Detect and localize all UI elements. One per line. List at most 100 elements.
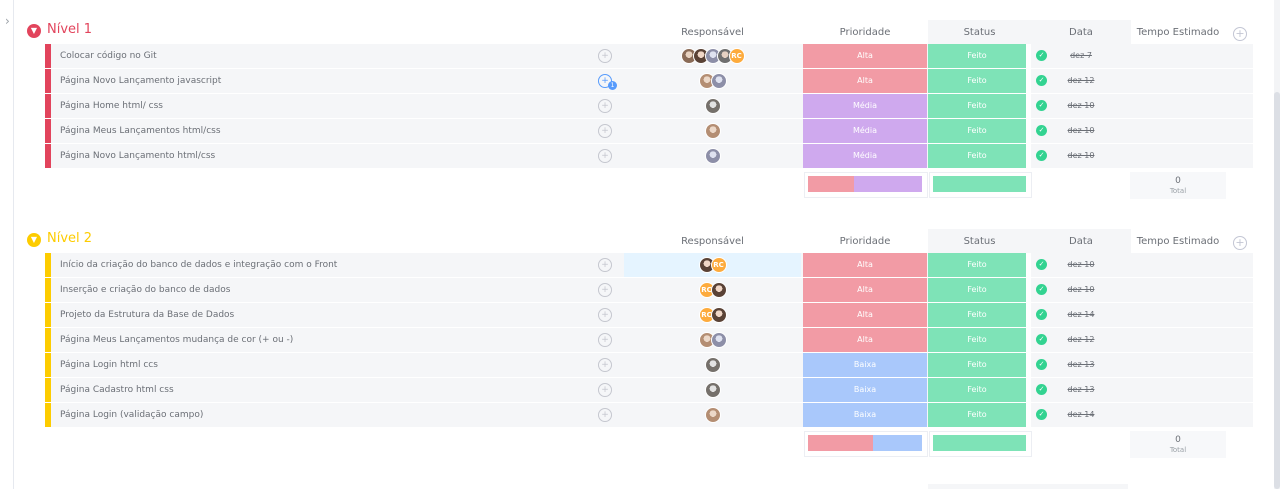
person-cell[interactable] [624,94,801,118]
due-date[interactable]: dez 10 [1059,253,1103,277]
status-label[interactable]: Feito [928,44,1026,68]
status-label[interactable]: Feito [928,328,1026,352]
person-cell[interactable]: RC [624,44,801,68]
due-date[interactable]: dez 13 [1059,353,1103,377]
expand-panel-chevron-icon[interactable]: › [5,14,17,28]
estimated-time-cell[interactable] [1130,303,1253,327]
avatar[interactable] [704,382,721,398]
table-row[interactable]: Página Meus Lançamentos html/css + Média Fe… [45,119,1253,143]
add-update-chat-icon[interactable]: + [598,283,612,297]
column-header-tempo-estimado[interactable]: Tempo Estimado [1130,229,1226,255]
person-cell[interactable]: RC [624,278,801,302]
estimated-time-cell[interactable] [1130,144,1253,168]
avatar-initials[interactable]: RC [728,48,745,64]
estimated-time-cell[interactable] [1130,403,1253,427]
due-date[interactable]: dez 12 [1059,69,1103,93]
add-update-chat-icon[interactable]: + [598,149,612,163]
column-header-data[interactable]: Data [1031,229,1131,255]
add-column-plus-icon[interactable]: + [1233,27,1247,41]
priority-label[interactable]: Alta [803,44,927,68]
avatar[interactable] [704,148,721,164]
person-cell[interactable] [624,69,801,93]
task-name[interactable]: Página Meus Lançamentos mudança de cor (… [60,328,293,352]
task-name[interactable]: Página Login html ccs [60,353,158,377]
task-name[interactable]: Colocar código no Git [60,44,157,68]
estimated-time-cell[interactable] [1130,44,1253,68]
due-date[interactable]: dez 10 [1059,94,1103,118]
column-header-data[interactable]: Data [1031,20,1131,46]
avatar-initials[interactable]: RC [710,257,727,273]
status-label[interactable]: Feito [928,303,1026,327]
table-row[interactable]: Página Novo Lançamento javascript +1 Alta F… [45,69,1253,93]
avatar[interactable] [710,332,727,348]
group-title[interactable]: Nível 1 [47,21,92,39]
add-update-chat-icon[interactable]: +1 [598,74,617,90]
estimated-time-cell[interactable] [1130,278,1253,302]
avatar[interactable] [704,98,721,114]
priority-label[interactable]: Média [803,144,927,168]
priority-label[interactable]: Alta [803,69,927,93]
status-label[interactable]: Feito [928,119,1026,143]
column-header-tempo-estimado[interactable]: Tempo Estimado [1130,20,1226,46]
table-row[interactable]: Página Cadastro html css + Baixa Feito ✓ dez … [45,378,1253,402]
due-date[interactable]: dez 10 [1059,119,1103,143]
add-update-chat-icon[interactable]: + [598,333,612,347]
status-label[interactable]: Feito [928,278,1026,302]
column-header-status[interactable]: Status [928,229,1031,255]
task-name[interactable]: Página Novo Lançamento html/css [60,144,215,168]
person-cell[interactable]: RC [624,303,801,327]
task-name[interactable]: Página Novo Lançamento javascript [60,69,221,93]
person-cell[interactable] [624,144,801,168]
status-label[interactable]: Feito [928,353,1026,377]
estimated-time-cell[interactable] [1130,378,1253,402]
estimated-time-cell[interactable] [1130,94,1253,118]
priority-label[interactable]: Baixa [803,403,927,427]
status-label[interactable]: Feito [928,94,1026,118]
priority-label[interactable]: Alta [803,253,927,277]
task-name[interactable]: Inserção e criação do banco de dados [60,278,230,302]
table-row[interactable]: Página Login (validação campo) + Baixa Feit… [45,403,1253,427]
add-update-chat-icon[interactable]: + [598,99,612,113]
priority-label[interactable]: Alta [803,278,927,302]
estimated-time-cell[interactable] [1130,328,1253,352]
table-row[interactable]: Página Home html/ css + Média Feito ✓ dez 10 [45,94,1253,118]
priority-label[interactable]: Baixa [803,353,927,377]
due-date[interactable]: dez 14 [1059,403,1103,427]
person-cell[interactable]: RC [624,253,801,277]
add-update-chat-icon[interactable]: + [598,358,612,372]
priority-label[interactable]: Média [803,94,927,118]
status-label[interactable]: Feito [928,144,1026,168]
add-update-chat-icon[interactable]: + [598,308,612,322]
priority-label[interactable]: Média [803,119,927,143]
estimated-time-cell[interactable] [1130,253,1253,277]
add-update-chat-icon[interactable]: + [598,408,612,422]
add-update-chat-icon[interactable]: + [598,383,612,397]
table-row[interactable]: Página Meus Lançamentos mudança de cor (… [45,328,1253,352]
status-label[interactable]: Feito [928,403,1026,427]
due-date[interactable]: dez 14 [1059,303,1103,327]
due-date[interactable]: dez 10 [1059,278,1103,302]
due-date[interactable]: dez 10 [1059,144,1103,168]
task-name[interactable]: Página Meus Lançamentos html/css [60,119,221,143]
task-name[interactable]: Página Login (validação campo) [60,403,203,427]
group-collapse-chevron-icon[interactable]: ▼ [27,24,41,38]
column-header-responsavel[interactable]: Responsável [624,229,801,255]
person-cell[interactable] [624,119,801,143]
add-column-plus-icon[interactable]: + [1233,236,1247,250]
priority-label[interactable]: Alta [803,303,927,327]
person-cell[interactable] [624,378,801,402]
group-title[interactable]: Nível 2 [47,230,92,248]
table-row[interactable]: Página Novo Lançamento html/css + Média Fei… [45,144,1253,168]
priority-label[interactable]: Baixa [803,378,927,402]
avatar[interactable] [710,307,727,323]
add-update-chat-icon[interactable]: + [598,124,612,138]
table-row[interactable]: Inserção e criação do banco de dados + RC A… [45,278,1253,302]
table-row[interactable]: Página Login html ccs + Baixa Feito ✓ dez 13 [45,353,1253,377]
due-date[interactable]: dez 13 [1059,378,1103,402]
task-name[interactable]: Página Cadastro html css [60,378,174,402]
add-update-chat-icon[interactable]: + [598,49,612,63]
person-cell[interactable] [624,353,801,377]
status-label[interactable]: Feito [928,69,1026,93]
avatar[interactable] [704,407,721,423]
scrollbar-thumb[interactable] [1274,92,1280,489]
